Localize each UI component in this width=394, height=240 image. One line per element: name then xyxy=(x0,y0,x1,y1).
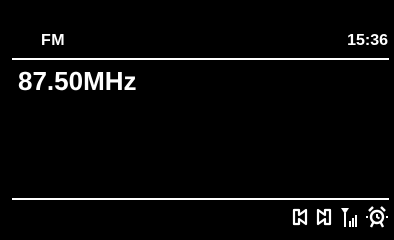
stereo-icon xyxy=(292,206,332,228)
top-divider xyxy=(12,58,389,60)
radio-display: FM 15:36 87.50MHz xyxy=(0,0,394,240)
clock: 15:36 xyxy=(347,32,388,49)
header: FM 15:36 xyxy=(0,0,394,62)
signal-strength-icon xyxy=(340,206,358,228)
bottom-divider xyxy=(12,198,389,200)
frequency-readout: 87.50MHz xyxy=(18,66,137,96)
alarm-icon xyxy=(366,206,388,228)
status-bar xyxy=(292,205,388,229)
mode-label: FM xyxy=(41,32,66,49)
